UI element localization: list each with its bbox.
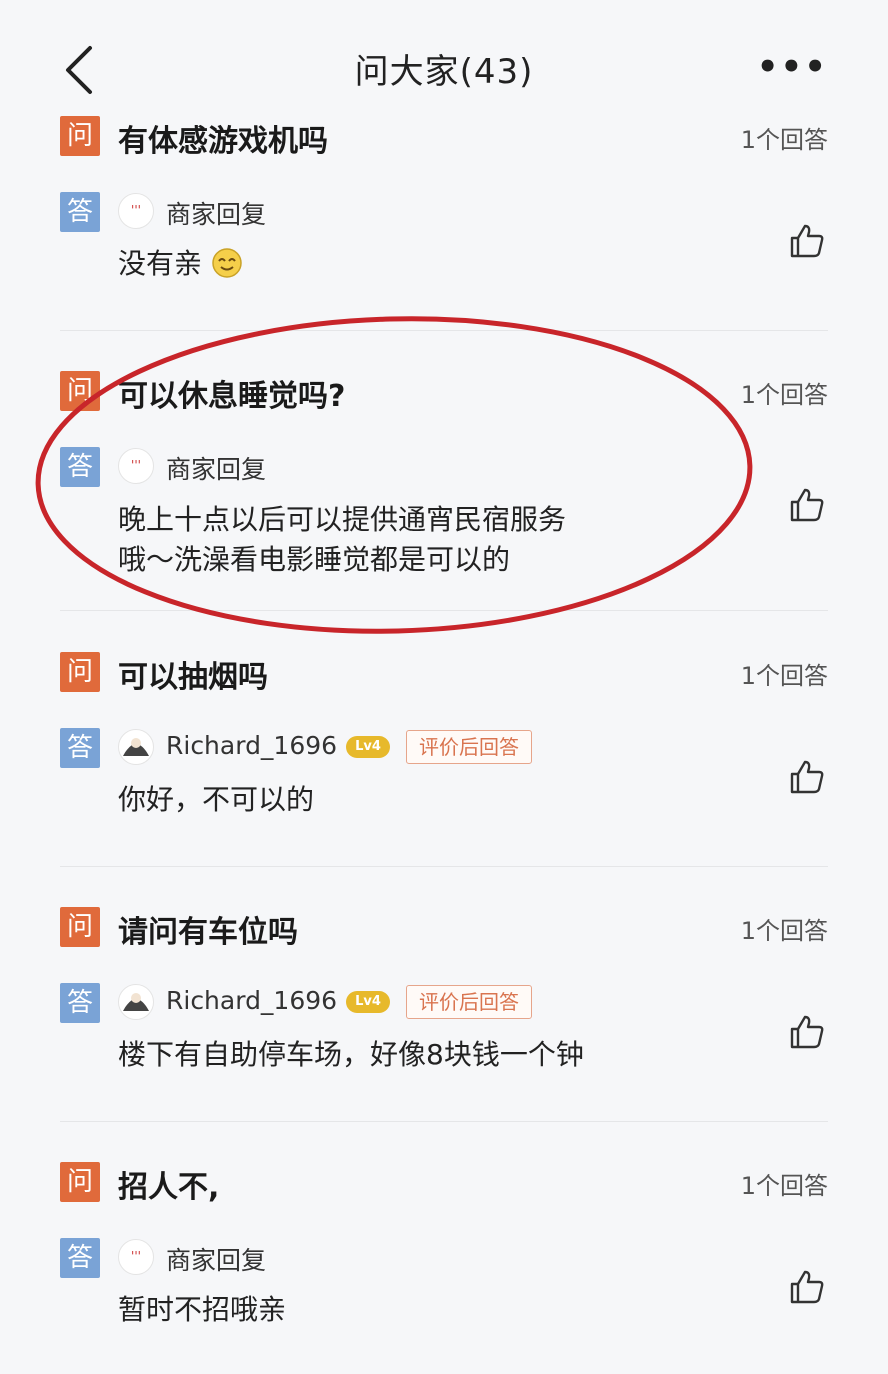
- smile-emoji-icon: [212, 248, 242, 278]
- divider: [60, 866, 828, 867]
- svg-text:''': ''': [131, 1249, 141, 1263]
- answer-badge: 答: [60, 192, 100, 232]
- answer-badge: 答: [60, 983, 100, 1023]
- question-text[interactable]: 有体感游戏机吗: [118, 116, 328, 160]
- answer-count[interactable]: 1个回答: [741, 1166, 828, 1201]
- review-answer-tag: 评价后回答: [406, 985, 532, 1019]
- level-badge: Lv4: [346, 736, 390, 758]
- merchant-avatar: ''': [118, 193, 154, 229]
- divider: [60, 1121, 828, 1122]
- question-badge: 问: [60, 116, 100, 156]
- level-badge: Lv4: [346, 991, 390, 1013]
- answerer-name: 商家回复: [166, 200, 267, 229]
- question-badge: 问: [60, 1162, 100, 1202]
- thumbs-up-icon[interactable]: [788, 1013, 826, 1051]
- divider: [60, 330, 828, 331]
- answer-count[interactable]: 1个回答: [741, 656, 828, 691]
- thumbs-up-icon[interactable]: [788, 758, 826, 796]
- answerer-name[interactable]: Richard_1696: [166, 986, 337, 1015]
- answerer-name[interactable]: Richard_1696: [166, 731, 337, 760]
- answer-text: 没有亲: [118, 244, 243, 284]
- question-badge: 问: [60, 907, 100, 947]
- thumbs-up-icon[interactable]: [788, 486, 826, 524]
- answer-badge: 答: [60, 447, 100, 487]
- more-options-icon[interactable]: •••: [757, 50, 828, 84]
- svg-text:''': ''': [131, 458, 141, 472]
- merchant-avatar: ''': [118, 448, 154, 484]
- page-title: 问大家(43): [354, 52, 534, 92]
- answerer-name: 商家回复: [166, 1246, 267, 1275]
- question-text[interactable]: 可以抽烟吗: [118, 652, 268, 696]
- top-bar: 问大家(43) •••: [0, 0, 888, 110]
- question-text[interactable]: 招人不,: [118, 1162, 219, 1206]
- question-badge: 问: [60, 371, 100, 411]
- svg-text:''': ''': [131, 203, 141, 217]
- answer-text: 楼下有自助停车场，好像8块钱一个钟: [118, 1038, 584, 1071]
- answer-text-content: 没有亲: [118, 247, 203, 280]
- question-text[interactable]: 可以休息睡觉吗?: [118, 371, 345, 415]
- answerer-name: 商家回复: [166, 455, 267, 484]
- answer-text: 暂时不招哦亲: [118, 1293, 287, 1326]
- thumbs-up-icon[interactable]: [788, 1268, 826, 1306]
- merchant-avatar: ''': [118, 1239, 154, 1275]
- user-avatar: [118, 729, 154, 765]
- answer-badge: 答: [60, 728, 100, 768]
- question-text[interactable]: 请问有车位吗: [118, 907, 298, 951]
- answer-count[interactable]: 1个回答: [741, 375, 828, 410]
- user-avatar: [118, 984, 154, 1020]
- answer-line: 哦～洗澡看电影睡觉都是可以的: [118, 543, 511, 576]
- review-answer-tag: 评价后回答: [406, 730, 532, 764]
- answer-count[interactable]: 1个回答: [741, 120, 828, 155]
- divider: [60, 610, 828, 611]
- answer-text: 你好，不可以的: [118, 783, 315, 816]
- answer-line: 晚上十点以后可以提供通宵民宿服务: [118, 503, 567, 536]
- question-badge: 问: [60, 652, 100, 692]
- answer-badge: 答: [60, 1238, 100, 1278]
- answer-count[interactable]: 1个回答: [741, 911, 828, 946]
- thumbs-up-icon[interactable]: [788, 222, 826, 260]
